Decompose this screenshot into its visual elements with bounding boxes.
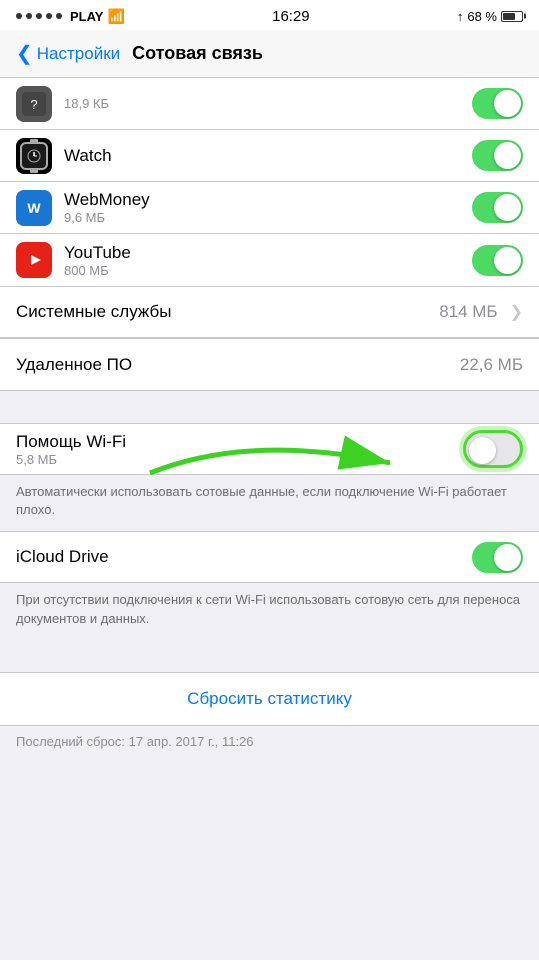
signal-dot-4 [46, 13, 52, 19]
youtube-item-text: YouTube 800 МБ [64, 243, 472, 278]
wifi-assist-description: Автоматически использовать сотовые данны… [0, 475, 539, 531]
watch-face-svg [26, 148, 42, 164]
youtube-item: YouTube 800 МБ [0, 234, 539, 286]
icloud-drive-right [472, 542, 523, 573]
top-item-toggle-thumb [494, 90, 521, 117]
back-button[interactable]: ❮ Настройки [16, 44, 120, 64]
youtube-icon-svg [20, 246, 48, 274]
battery-icon [501, 11, 523, 22]
svg-text:W: W [27, 200, 41, 216]
watch-toggle[interactable] [472, 140, 523, 171]
top-section: ? 18,9 КБ Watch [0, 78, 539, 286]
top-item-size: 18,9 КБ [64, 96, 472, 111]
reset-stats-button[interactable]: Сбросить статистику [187, 689, 352, 708]
location-icon: ↑ [457, 9, 464, 24]
youtube-toggle-thumb [494, 247, 521, 274]
webmoney-item-right [472, 192, 523, 223]
icloud-drive-title: iCloud Drive [16, 547, 472, 567]
wifi-assist-toggle[interactable] [463, 430, 523, 468]
battery-percent: 68 % [467, 9, 497, 24]
wifi-assist-size: 5,8 МБ [16, 452, 463, 467]
system-services-right: 814 МБ ❯ [439, 302, 523, 322]
youtube-size: 800 МБ [64, 263, 472, 278]
back-label: Настройки [37, 44, 120, 64]
top-item-right [472, 88, 523, 119]
system-services-chevron: ❯ [510, 302, 523, 322]
youtube-toggle[interactable] [472, 245, 523, 276]
status-right: ↑ 68 % [457, 9, 523, 24]
webmoney-item-text: WebMoney 9,6 МБ [64, 190, 472, 225]
wifi-assist-section: Помощь Wi-Fi 5,8 МБ [0, 423, 539, 475]
remote-management-right: 22,6 МБ [460, 355, 523, 375]
webmoney-size: 9,6 МБ [64, 210, 472, 225]
watch-app-icon [16, 138, 52, 174]
wifi-assist-item: Помощь Wi-Fi 5,8 МБ [0, 423, 539, 475]
page-title: Сотовая связь [132, 43, 263, 64]
webmoney-toggle[interactable] [472, 192, 523, 223]
status-time: 16:29 [272, 8, 310, 25]
remote-management-text: Удаленное ПО [16, 355, 460, 375]
wifi-assist-toggle-thumb [469, 437, 496, 464]
system-services-item[interactable]: Системные службы 814 МБ ❯ [0, 286, 539, 338]
icloud-drive-text: iCloud Drive [16, 547, 472, 567]
icloud-drive-toggle[interactable] [472, 542, 523, 573]
top-app-icon: ? [16, 86, 52, 122]
last-reset-label: Последний сброс: 17 апр. 2017 г., 11:26 [16, 734, 254, 749]
wifi-assist-right [463, 430, 523, 468]
webmoney-toggle-thumb [494, 194, 521, 221]
webmoney-item: W WebMoney 9,6 МБ [0, 182, 539, 234]
separator-3 [0, 640, 539, 672]
watch-item-right [472, 140, 523, 171]
webmoney-icon-svg: W [20, 194, 48, 222]
wifi-assist-title: Помощь Wi-Fi [16, 432, 463, 452]
watch-item-title: Watch [64, 146, 472, 166]
watch-face [20, 142, 48, 170]
top-item: ? 18,9 КБ [0, 78, 539, 130]
signal-dot-3 [36, 13, 42, 19]
status-left: PLAY 📶 [16, 8, 125, 25]
back-chevron-icon: ❮ [16, 44, 33, 64]
system-services-value: 814 МБ [439, 302, 497, 322]
webmoney-app-icon: W [16, 190, 52, 226]
signal-dot-2 [26, 13, 32, 19]
watch-toggle-thumb [494, 142, 521, 169]
nav-bar: ❮ Настройки Сотовая связь [0, 30, 539, 78]
wifi-assist-text: Помощь Wi-Fi 5,8 МБ [16, 432, 463, 467]
webmoney-title: WebMoney [64, 190, 472, 210]
last-reset-section: Последний сброс: 17 апр. 2017 г., 11:26 [0, 726, 539, 761]
remote-management-title: Удаленное ПО [16, 355, 460, 375]
youtube-title: YouTube [64, 243, 472, 263]
remote-management-item: Удаленное ПО 22,6 МБ [0, 339, 539, 391]
icloud-drive-item: iCloud Drive [0, 531, 539, 583]
youtube-app-icon [16, 242, 52, 278]
carrier-label: PLAY [70, 9, 103, 24]
watch-item: Watch [0, 130, 539, 182]
watch-item-text: Watch [64, 146, 472, 166]
signal-dot-5 [56, 13, 62, 19]
battery-fill [503, 13, 515, 20]
reset-stats-section: Сбросить статистику [0, 672, 539, 726]
icloud-drive-toggle-thumb [494, 544, 521, 571]
wifi-icon: 📶 [107, 8, 124, 25]
system-services-text: Системные службы [16, 302, 439, 322]
youtube-item-right [472, 245, 523, 276]
signal-dot-1 [16, 13, 22, 19]
remote-management-value: 22,6 МБ [460, 355, 523, 375]
status-bar: PLAY 📶 16:29 ↑ 68 % [0, 0, 539, 30]
system-services-title: Системные службы [16, 302, 439, 322]
top-app-icon-svg: ? [22, 92, 46, 116]
top-item-text: 18,9 КБ [64, 96, 472, 111]
top-item-toggle[interactable] [472, 88, 523, 119]
icloud-drive-description: При отсутствии подключения к сети Wi-Fi … [0, 583, 539, 639]
separator-2 [0, 391, 539, 423]
svg-text:?: ? [30, 97, 37, 112]
